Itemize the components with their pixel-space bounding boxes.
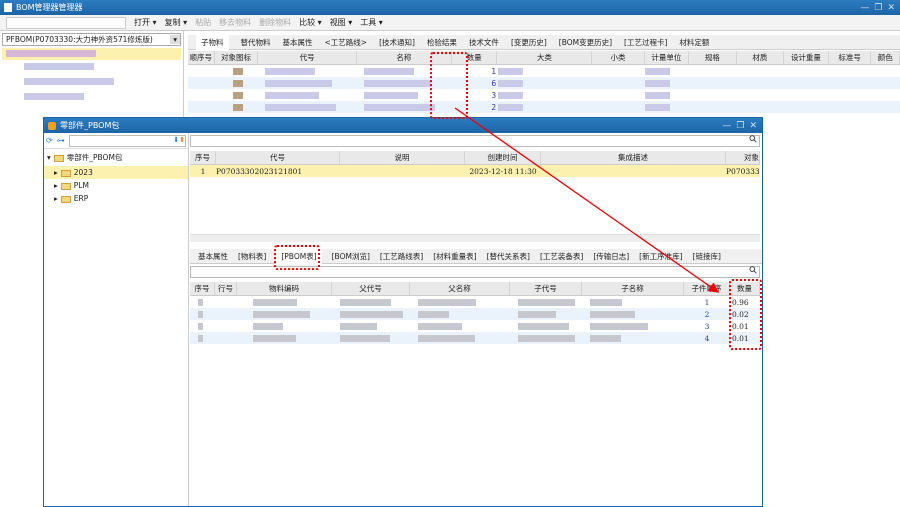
annotation-arrow [454, 107, 720, 293]
